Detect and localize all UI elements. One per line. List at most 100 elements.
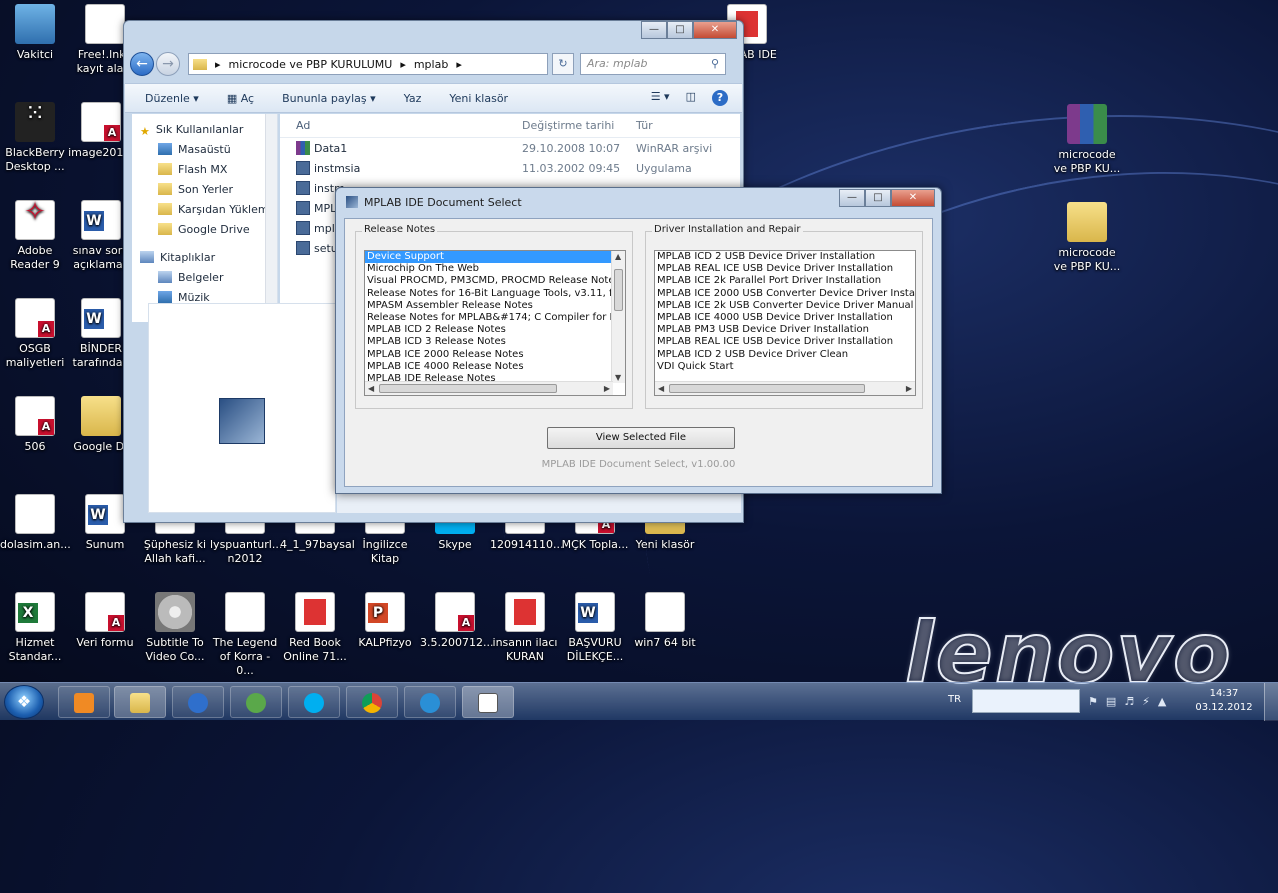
nav-item[interactable]: Masaüstü xyxy=(132,140,277,160)
taskbar-explorer[interactable] xyxy=(114,686,166,718)
desktop-icon[interactable]: 506 xyxy=(0,396,70,454)
driver-item[interactable]: MPLAB REAL ICE USB Device Driver Install… xyxy=(655,336,915,348)
driver-listbox[interactable]: MPLAB ICD 2 USB Device Driver Installati… xyxy=(654,250,916,396)
release-notes-listbox[interactable]: Device Support Microchip On The Web Visual… xyxy=(364,250,626,396)
preview-pane-icon[interactable]: ◫ xyxy=(686,90,696,106)
nav-scrollbar[interactable] xyxy=(265,114,277,322)
release-note-item[interactable]: MPLAB ICE 4000 Release Notes xyxy=(365,361,611,373)
share-button[interactable]: Bununla paylaş ▾ xyxy=(282,92,376,105)
desktop-icon[interactable]: BAŞVURU DİLEKÇE... xyxy=(560,592,630,664)
release-note-item[interactable]: Device Support xyxy=(365,251,611,264)
search-input[interactable]: Ara: mplab ⚲ xyxy=(580,53,726,75)
desktop-icon[interactable]: BlackBerry Desktop ... xyxy=(0,102,70,174)
desktop-icon[interactable]: OSGB maliyetleri xyxy=(0,298,70,370)
taskbar-chrome[interactable] xyxy=(346,686,398,718)
view-options-icon[interactable]: ☰ ▾ xyxy=(651,90,670,106)
network-icon[interactable]: ▤ xyxy=(1106,695,1116,708)
driver-item[interactable]: MPLAB ICE 2k Parallel Port Driver Instal… xyxy=(655,275,915,287)
release-note-item[interactable]: Release Notes for MPLAB&#174; C Compiler… xyxy=(365,312,625,324)
column-modified[interactable]: Değiştirme tarihi xyxy=(522,119,636,132)
driver-item[interactable]: MPLAB PM3 USB Device Driver Installation xyxy=(655,324,915,336)
driver-item[interactable]: VDI Quick Start xyxy=(655,361,915,373)
print-button[interactable]: Yaz xyxy=(404,92,422,105)
release-note-item[interactable]: Microchip On The Web xyxy=(365,263,611,275)
driver-item[interactable]: MPLAB ICD 2 USB Device Driver Installati… xyxy=(655,251,915,263)
show-hidden-icons[interactable]: ▲ xyxy=(1158,695,1166,708)
close-button[interactable]: ✕ xyxy=(693,21,737,39)
release-note-item[interactable]: MPLAB ICD 2 Release Notes xyxy=(365,324,611,336)
nav-item[interactable]: Flash MX xyxy=(132,160,277,180)
nav-item[interactable]: Belgeler xyxy=(132,268,277,288)
scroll-right-icon[interactable]: ▶ xyxy=(906,384,912,393)
driver-item[interactable]: MPLAB ICD 2 USB Device Driver Clean xyxy=(655,349,915,361)
language-indicator[interactable]: TR xyxy=(948,694,961,705)
scroll-left-icon[interactable]: ◀ xyxy=(658,384,664,393)
open-button[interactable]: ▦ Aç xyxy=(227,92,254,105)
minimize-button[interactable]: — xyxy=(641,21,667,39)
view-selected-file-button[interactable]: View Selected File xyxy=(547,427,735,449)
tray-toolbar[interactable] xyxy=(972,689,1080,713)
nav-item[interactable]: Son Yerler xyxy=(132,180,277,200)
driver-item[interactable]: MPLAB ICE 2000 USB Converter Device Driv… xyxy=(655,288,915,300)
scroll-right-icon[interactable]: ▶ xyxy=(604,384,610,393)
release-notes-vscroll[interactable]: ▲ ▼ xyxy=(611,251,625,383)
desktop-icon[interactable]: The Legend of Korra - 0... xyxy=(210,592,280,678)
nav-item[interactable]: ★ Sık Kullanılanlar xyxy=(132,120,277,140)
desktop-icon[interactable]: insanın ilacı KURAN xyxy=(490,592,560,664)
dialog-minimize-button[interactable]: — xyxy=(839,189,865,207)
scroll-left-icon[interactable]: ◀ xyxy=(368,384,374,393)
taskbar-messenger[interactable] xyxy=(230,686,282,718)
desktop-icon[interactable]: Adobe Reader 9 xyxy=(0,200,70,272)
forward-button[interactable]: → xyxy=(156,52,180,76)
taskbar-skype[interactable] xyxy=(288,686,340,718)
desktop-icon[interactable]: Subtitle To Video Co... xyxy=(140,592,210,664)
help-icon[interactable]: ? xyxy=(712,90,728,106)
desktop-icon[interactable]: dolasim.an... xyxy=(0,494,71,552)
release-note-item[interactable]: MPLAB ICD 3 Release Notes xyxy=(365,336,611,348)
nav-item[interactable]: Google Drive xyxy=(132,220,277,240)
breadcrumb-item[interactable]: mplab xyxy=(414,58,448,71)
release-notes-vthumb[interactable] xyxy=(614,269,623,311)
release-notes-hthumb[interactable] xyxy=(379,384,557,393)
maximize-button[interactable]: □ xyxy=(667,21,693,39)
release-note-item[interactable]: MPLAB ICE 2000 Release Notes xyxy=(365,349,611,361)
column-type[interactable]: Tür xyxy=(636,119,726,132)
flag-icon[interactable]: ⚑ xyxy=(1088,695,1098,708)
driver-item[interactable]: MPLAB REAL ICE USB Device Driver Install… xyxy=(655,263,915,275)
file-row[interactable]: Data1 29.10.2008 10:07 WinRAR arşivi xyxy=(280,138,740,158)
taskbar-mplab[interactable] xyxy=(462,686,514,718)
taskbar-flashget[interactable] xyxy=(172,686,224,718)
desktop-icon[interactable]: Vakitci xyxy=(0,4,70,62)
release-note-item[interactable]: Visual PROCMD, PM3CMD, PROCMD Release No… xyxy=(365,275,620,287)
desktop-icon[interactable]: Hizmet Standar... xyxy=(0,592,70,664)
clock[interactable]: 14:37 03.12.2012 xyxy=(1194,687,1254,715)
desktop-icon[interactable]: Veri formu xyxy=(70,592,140,650)
file-row[interactable]: instmsia 11.03.2002 09:45 Uygulama xyxy=(280,158,740,178)
volume-icon[interactable]: ♬ xyxy=(1124,695,1134,708)
nav-item[interactable]: Kitaplıklar xyxy=(132,248,277,268)
desktop-icon[interactable]: microcode ve PBP KU... xyxy=(1052,202,1122,274)
address-bar[interactable]: ▸ microcode ve PBP KURULUMU ▸ mplab ▸ xyxy=(188,53,548,75)
scroll-down-icon[interactable]: ▼ xyxy=(615,373,621,382)
taskbar-teamviewer[interactable] xyxy=(404,686,456,718)
desktop-icon[interactable]: 3.5.200712... xyxy=(420,592,493,650)
scroll-up-icon[interactable]: ▲ xyxy=(615,252,621,261)
release-note-item[interactable]: Release Notes for 16-Bit Language Tools,… xyxy=(365,288,625,300)
desktop-icon[interactable]: microcode ve PBP KU... xyxy=(1052,104,1122,176)
column-name[interactable]: Ad xyxy=(280,119,522,132)
mplab-document-select-dialog[interactable]: MPLAB IDE Document Select — □ ✕ Release … xyxy=(335,187,942,494)
nav-item[interactable]: Karşıdan Yüklem xyxy=(132,200,277,220)
taskbar-media-player[interactable] xyxy=(58,686,110,718)
release-note-item[interactable]: MPASM Assembler Release Notes xyxy=(365,300,611,312)
desktop-icon[interactable]: win7 64 bit xyxy=(630,592,700,650)
driver-item[interactable]: MPLAB ICE 2k USB Converter Device Driver… xyxy=(655,300,915,312)
start-button[interactable]: ❖ xyxy=(4,685,44,719)
driver-hscroll[interactable]: ◀ ▶ xyxy=(655,381,915,395)
breadcrumb-item[interactable]: microcode ve PBP KURULUMU xyxy=(229,58,393,71)
refresh-button[interactable]: ↻ xyxy=(552,53,574,75)
organize-button[interactable]: Düzenle ▾ xyxy=(145,92,199,105)
release-notes-hscroll[interactable]: ◀ ▶ xyxy=(365,381,613,395)
back-button[interactable]: ← xyxy=(130,52,154,76)
dialog-maximize-button[interactable]: □ xyxy=(865,189,891,207)
show-desktop-button[interactable] xyxy=(1264,683,1278,721)
